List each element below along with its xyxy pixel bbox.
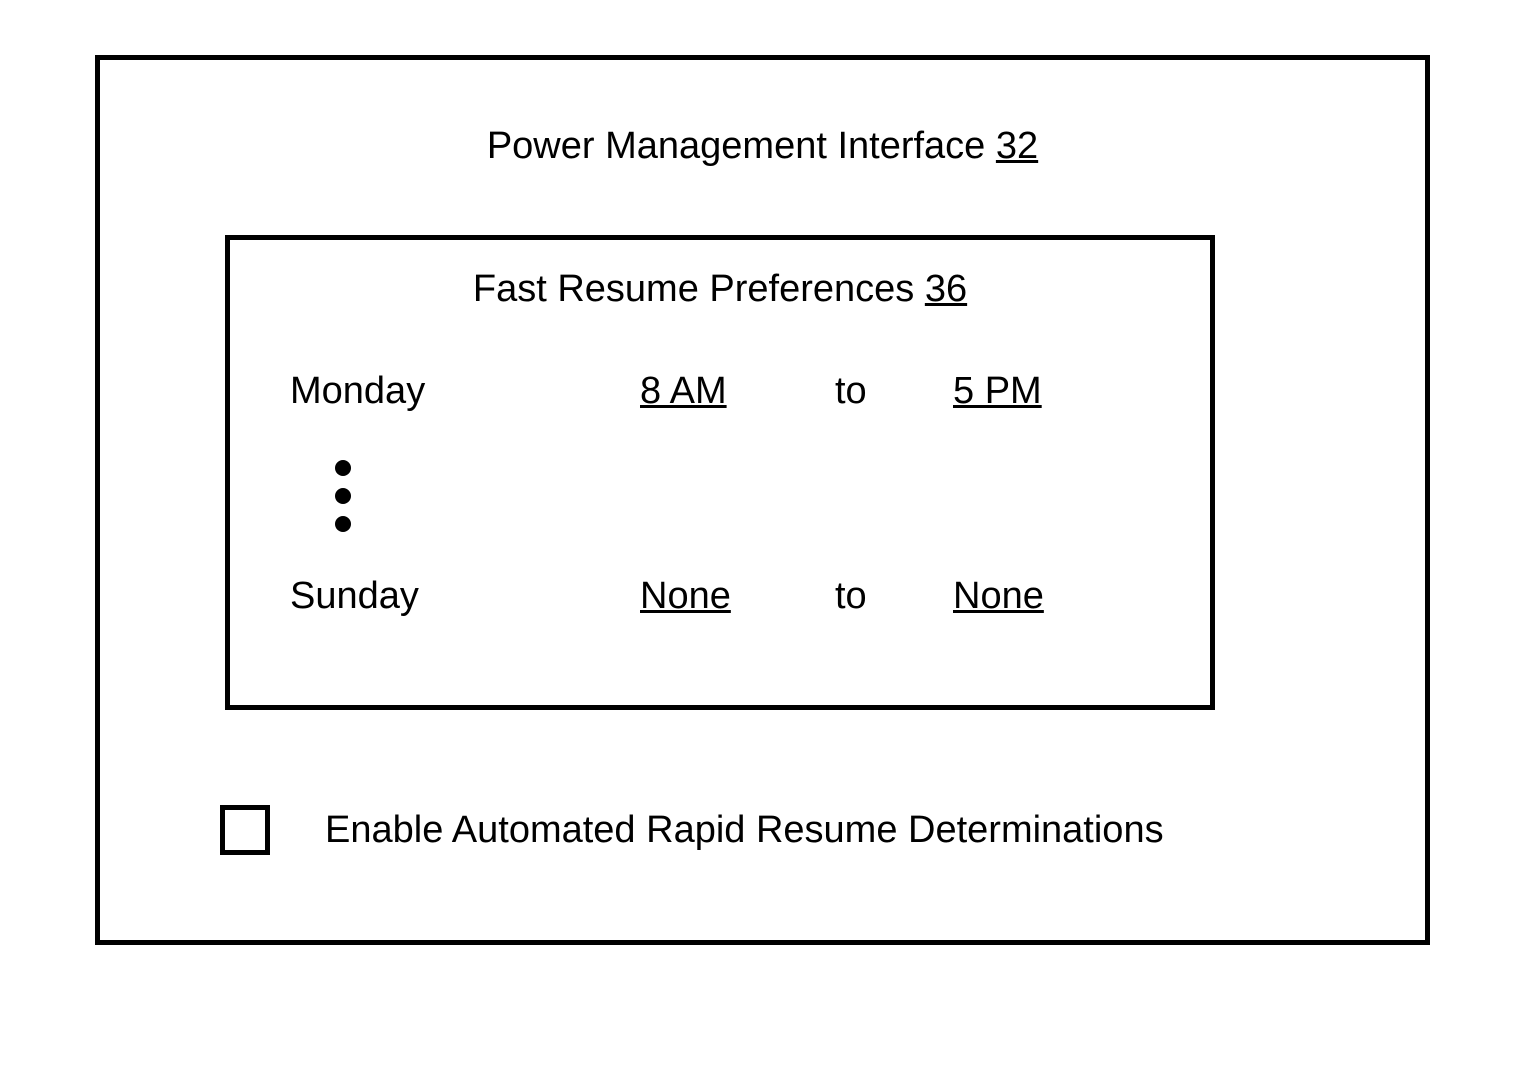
panel-title-text: Power Management Interface (487, 125, 986, 167)
end-time-field[interactable]: None (953, 575, 1044, 618)
end-time-field[interactable]: 5 PM (953, 370, 1042, 413)
preferences-title-text: Fast Resume Preferences (473, 268, 914, 310)
to-label: to (835, 370, 867, 413)
day-label: Monday (290, 370, 425, 413)
schedule-row: Monday 8 AM to 5 PM (230, 370, 1210, 420)
power-management-interface-panel: Power Management Interface 32 Fast Resum… (95, 55, 1430, 945)
vertical-ellipsis-icon (335, 448, 351, 544)
panel-title-ref: 32 (996, 125, 1038, 167)
fast-resume-preferences-box: Fast Resume Preferences 36 Monday 8 AM t… (225, 235, 1215, 710)
enable-automated-checkbox-label: Enable Automated Rapid Resume Determinat… (325, 809, 1164, 852)
start-time-field[interactable]: 8 AM (640, 370, 727, 413)
to-label: to (835, 575, 867, 618)
day-label: Sunday (290, 575, 419, 618)
enable-automated-checkbox-row: Enable Automated Rapid Resume Determinat… (220, 805, 1164, 855)
enable-automated-checkbox[interactable] (220, 805, 270, 855)
preferences-title: Fast Resume Preferences 36 (230, 268, 1210, 311)
preferences-title-ref: 36 (925, 268, 967, 310)
schedule-row: Sunday None to None (230, 575, 1210, 625)
start-time-field[interactable]: None (640, 575, 731, 618)
panel-title: Power Management Interface 32 (100, 125, 1425, 168)
